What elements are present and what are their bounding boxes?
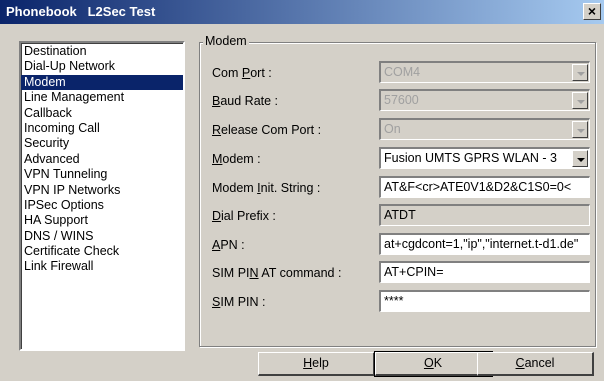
baud-rate-value: 57600 (384, 93, 419, 107)
apn-label: APN : (212, 238, 245, 252)
nav-item-callback[interactable]: Callback (21, 106, 183, 121)
chevron-down-icon[interactable] (572, 150, 588, 167)
help-button[interactable]: Help (258, 352, 375, 376)
close-button[interactable]: × (583, 3, 601, 20)
sim-pin-command-input[interactable]: AT+CPIN= (379, 261, 590, 283)
sim-pin-label: SIM PIN : (212, 295, 266, 309)
window-title: Phonebook L2Sec Test (6, 4, 156, 19)
baud-rate-select[interactable]: 57600 (379, 89, 590, 111)
chevron-down-icon[interactable] (572, 121, 588, 138)
nav-item-vpn-ip-networks[interactable]: VPN IP Networks (21, 183, 183, 198)
nav-item-vpn-tunneling[interactable]: VPN Tunneling (21, 167, 183, 182)
nav-item-modem[interactable]: Modem (21, 74, 183, 91)
release-com-port-value: On (384, 122, 401, 136)
init-string-value: AT&F<cr>ATE0V1&D2&C1S0=0< (384, 180, 572, 194)
sim-pin-value: **** (384, 294, 404, 308)
release-com-port-select[interactable]: On (379, 118, 590, 140)
nav-item-ipsec-options[interactable]: IPSec Options (21, 198, 183, 213)
apn-input[interactable]: at+cgdcont=1,"ip","internet.t-d1.de" (379, 233, 590, 255)
apn-value: at+cgdcont=1,"ip","internet.t-d1.de" (384, 237, 579, 251)
nav-item-destination[interactable]: Destination (21, 44, 183, 59)
nav-item-advanced[interactable]: Advanced (21, 152, 183, 167)
nav-item-ha-support[interactable]: HA Support (21, 213, 183, 228)
nav-item-dial-up-network[interactable]: Dial-Up Network (21, 59, 183, 74)
close-icon: × (587, 3, 597, 19)
nav-item-line-management[interactable]: Line Management (21, 90, 183, 105)
nav-item-security[interactable]: Security (21, 136, 183, 151)
init-string-input[interactable]: AT&F<cr>ATE0V1&D2&C1S0=0< (379, 176, 590, 198)
baud-rate-label: Baud Rate : (212, 94, 279, 108)
dial-prefix-input[interactable]: ATDT (379, 204, 590, 226)
cancel-button[interactable]: Cancel (477, 352, 594, 376)
nav-item-certificate-check[interactable]: Certificate Check (21, 244, 183, 259)
com-port-label: Com Port : (212, 66, 272, 80)
group-title: Modem (203, 34, 249, 48)
modem-value: Fusion UMTS GPRS WLAN - 3 (384, 151, 557, 165)
sim-pin-command-label: SIM PIN AT command : (212, 266, 342, 280)
com-port-select[interactable]: COM4 (379, 61, 590, 83)
chevron-down-icon[interactable] (572, 64, 588, 81)
category-list[interactable]: Destination Dial-Up Network Modem Line M… (19, 41, 185, 351)
init-string-label: Modem Init. String : (212, 181, 321, 195)
ok-button[interactable]: OK (374, 351, 493, 377)
com-port-value: COM4 (384, 65, 421, 79)
dial-prefix-value: ATDT (384, 208, 416, 222)
nav-item-dns-wins[interactable]: DNS / WINS (21, 229, 183, 244)
release-com-port-label: Release Com Port : (212, 123, 322, 137)
chevron-down-icon[interactable] (572, 92, 588, 109)
nav-item-incoming-call[interactable]: Incoming Call (21, 121, 183, 136)
modem-select[interactable]: Fusion UMTS GPRS WLAN - 3 (379, 147, 590, 169)
sim-pin-command-value: AT+CPIN= (384, 265, 444, 279)
title-bar: Phonebook L2Sec Test × (0, 0, 604, 24)
nav-item-link-firewall[interactable]: Link Firewall (21, 259, 183, 274)
sim-pin-input[interactable]: **** (379, 290, 590, 312)
dial-prefix-label: Dial Prefix : (212, 209, 276, 223)
modem-label: Modem : (212, 152, 261, 166)
